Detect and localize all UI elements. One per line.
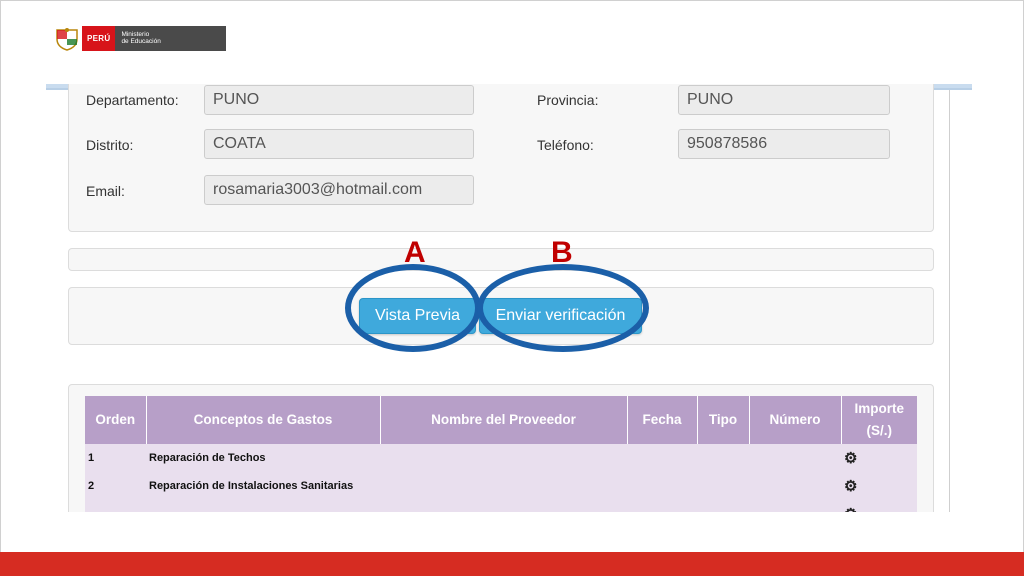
telefono-field[interactable]: 950878586 bbox=[678, 129, 890, 159]
gears-icon[interactable]: ⚙ bbox=[844, 506, 857, 512]
vista-previa-button[interactable]: Vista Previa bbox=[359, 298, 476, 334]
col-conceptos: Conceptos de Gastos bbox=[146, 396, 381, 444]
col-orden: Orden bbox=[85, 396, 147, 444]
row-concepto: Reparación de Techos bbox=[146, 444, 380, 472]
provincia-label: Provincia: bbox=[537, 92, 599, 108]
gears-icon[interactable]: ⚙ bbox=[844, 478, 857, 495]
logo-ministry-line1: Ministerio bbox=[121, 31, 150, 38]
provincia-field[interactable]: PUNO bbox=[678, 85, 890, 115]
row-concepto bbox=[146, 500, 380, 512]
enviar-verificacion-button[interactable]: Enviar verificación bbox=[479, 298, 642, 334]
email-label: Email: bbox=[86, 183, 125, 199]
row-orden bbox=[85, 500, 146, 512]
logo-peru-label: PERÚ bbox=[82, 26, 116, 51]
col-importe: Importe (S/.) bbox=[841, 396, 917, 444]
departamento-label: Departamento: bbox=[86, 92, 179, 108]
departamento-field[interactable]: PUNO bbox=[204, 85, 474, 115]
distrito-field[interactable]: COATA bbox=[204, 129, 474, 159]
row-orden: 1 bbox=[85, 444, 146, 472]
app-screenshot: Departamento: PUNO Provincia: PUNO Distr… bbox=[46, 84, 972, 512]
table-row: ⚙ bbox=[85, 500, 917, 512]
col-numero: Número bbox=[749, 396, 842, 444]
distrito-label: Distrito: bbox=[86, 137, 134, 153]
minedu-logo: PERÚ Ministerio de Educación bbox=[52, 26, 227, 51]
table-row: 1 Reparación de Techos ⚙ bbox=[85, 444, 917, 472]
marker-b: B bbox=[551, 236, 573, 269]
table-row: 2 Reparación de Instalaciones Sanitarias… bbox=[85, 472, 917, 500]
logo-ministry-label: Ministerio de Educación bbox=[115, 26, 227, 51]
marker-a: A bbox=[404, 236, 426, 269]
col-proveedor: Nombre del Proveedor bbox=[380, 396, 628, 444]
logo-ministry-line2: de Educación bbox=[121, 38, 161, 45]
row-orden: 2 bbox=[85, 472, 146, 500]
coat-of-arms-icon bbox=[52, 26, 82, 51]
expenses-table: Orden Conceptos de Gastos Nombre del Pro… bbox=[85, 396, 917, 512]
gears-icon[interactable]: ⚙ bbox=[844, 450, 857, 467]
col-tipo: Tipo bbox=[697, 396, 750, 444]
table-header-row: Orden Conceptos de Gastos Nombre del Pro… bbox=[85, 396, 917, 444]
row-concepto: Reparación de Instalaciones Sanitarias bbox=[146, 472, 380, 500]
footer-bar bbox=[0, 552, 1024, 576]
spacer-panel bbox=[68, 248, 934, 271]
telefono-label: Teléfono: bbox=[537, 137, 594, 153]
col-fecha: Fecha bbox=[627, 396, 698, 444]
email-field[interactable]: rosamaria3003@hotmail.com bbox=[204, 175, 474, 205]
